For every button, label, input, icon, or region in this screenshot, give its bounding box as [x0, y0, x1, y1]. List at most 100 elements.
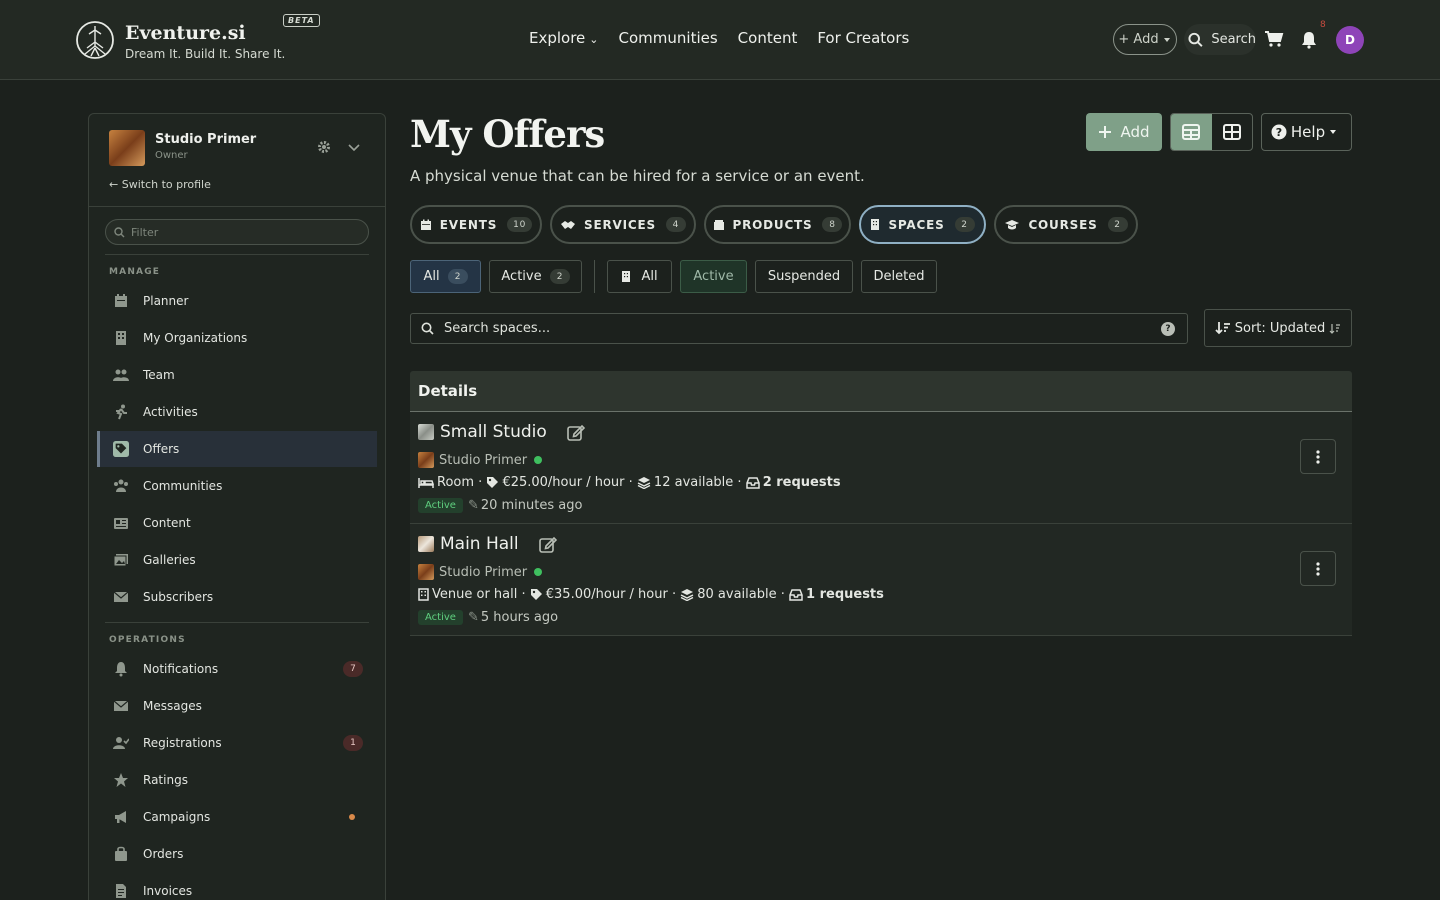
sort-label: Sort: Updated: [1234, 320, 1326, 336]
sidebar-item-messages[interactable]: Messages: [97, 688, 377, 724]
offer-org[interactable]: Studio Primer: [439, 453, 527, 468]
nav-for-creators[interactable]: For Creators: [817, 29, 909, 47]
sidebar-item-communities[interactable]: Communities: [97, 468, 377, 504]
envelope-icon: [113, 589, 129, 605]
sort-direction-icon: [1329, 323, 1341, 334]
building-icon: [418, 588, 429, 601]
tab-courses[interactable]: COURSES 2: [994, 205, 1138, 244]
sidebar-item-ratings[interactable]: Ratings: [97, 762, 377, 798]
tab-services-label: SERVICES: [584, 217, 656, 232]
table-row[interactable]: Small Studio Studio Primer Room · €25.00…: [410, 412, 1352, 524]
sidebar-item-planner[interactable]: Planner: [97, 283, 377, 319]
gear-icon[interactable]: [317, 140, 331, 154]
org-thumbnail: [418, 452, 434, 468]
offer-title[interactable]: Main Hall: [440, 534, 519, 554]
sidebar-item-invoices[interactable]: Invoices: [97, 873, 377, 900]
user-avatar[interactable]: D: [1336, 26, 1364, 54]
org-thumbnail: [418, 564, 434, 580]
pencil-icon: ✎: [467, 610, 479, 625]
status-filter-deleted[interactable]: Deleted: [861, 260, 937, 293]
main-nav: Explore ⌄ Communities Content For Creator…: [529, 29, 909, 47]
edit-icon[interactable]: [538, 536, 557, 553]
sort-button[interactable]: Sort: Updated: [1204, 309, 1352, 347]
sidebar-item-content[interactable]: Content: [97, 505, 377, 541]
header-add-button[interactable]: + Add: [1113, 24, 1177, 55]
offer-requests[interactable]: 1 requests: [806, 587, 884, 602]
tab-events[interactable]: EVENTS 10: [410, 205, 542, 244]
sidebar-item-subscribers[interactable]: Subscribers: [97, 579, 377, 615]
table-row[interactable]: Main Hall Studio Primer Venue or hall · …: [410, 524, 1352, 636]
status-filter-suspended[interactable]: Suspended: [755, 260, 853, 293]
status-filter-all[interactable]: All: [607, 260, 672, 293]
updated-time: 5 hours ago: [480, 610, 559, 625]
pencil-icon: ✎: [467, 498, 479, 513]
add-offer-button[interactable]: Add: [1086, 113, 1162, 151]
filter-active-label: Active: [501, 269, 542, 284]
row-actions-button[interactable]: [1300, 439, 1336, 474]
section-label-manage: MANAGE: [109, 267, 161, 277]
header-search-label: Search: [1211, 32, 1256, 47]
spaces-search-input[interactable]: Search spaces... ?: [410, 313, 1188, 344]
tab-products[interactable]: PRODUCTS 8: [704, 205, 851, 244]
org-avatar: [109, 130, 145, 166]
tab-courses-count: 2: [1107, 217, 1128, 232]
sidebar-filter-input[interactable]: Filter: [105, 219, 369, 245]
calendar-icon: [420, 219, 431, 230]
grid-view-button[interactable]: [1212, 114, 1253, 150]
tab-events-count: 10: [507, 217, 533, 232]
table-header: Details: [410, 371, 1352, 412]
sidebar-item-label: Galleries: [143, 553, 196, 567]
cart-icon[interactable]: [1264, 30, 1284, 48]
header-add-label: + Add: [1118, 32, 1159, 47]
bell-icon[interactable]: [1300, 31, 1318, 49]
sidebar-item-my-organizations[interactable]: My Organizations: [97, 320, 377, 356]
caret-down-icon: [1330, 130, 1337, 134]
images-icon: [113, 552, 129, 568]
switch-to-profile-link[interactable]: ← Switch to profile: [109, 178, 211, 191]
filter-all-label: All: [423, 269, 440, 284]
sidebar-item-label: My Organizations: [143, 331, 248, 345]
brand[interactable]: Eventure.si Dream It. Build It. Share It…: [75, 14, 320, 62]
filter-all[interactable]: All 2: [410, 260, 481, 293]
count-badge: 1: [343, 735, 363, 751]
offer-title[interactable]: Small Studio: [440, 422, 547, 442]
search-help-icon[interactable]: ?: [1161, 322, 1175, 336]
grid-icon: [1222, 124, 1241, 140]
filter-active[interactable]: Active 2: [489, 260, 582, 293]
search-placeholder: Search spaces...: [444, 321, 551, 336]
header-search-button[interactable]: Search: [1184, 24, 1256, 55]
chevron-down-icon[interactable]: [348, 141, 360, 153]
nav-content[interactable]: Content: [738, 29, 798, 47]
sidebar-item-activities[interactable]: Activities: [97, 394, 377, 430]
row-actions-button[interactable]: [1300, 551, 1336, 586]
sidebar-item-label: Registrations: [143, 736, 222, 750]
offer-availability: 80 available: [697, 587, 777, 602]
sidebar-item-galleries[interactable]: Galleries: [97, 542, 377, 578]
offer-requests[interactable]: 2 requests: [763, 475, 841, 490]
sidebar-item-notifications[interactable]: Notifications 7: [97, 651, 377, 687]
sidebar-item-campaigns[interactable]: Campaigns: [97, 799, 377, 835]
brand-tagline: Dream It. Build It. Share It.: [125, 47, 286, 61]
plus-icon: [1099, 126, 1112, 138]
sidebar-item-orders[interactable]: Orders: [97, 836, 377, 872]
offer-org[interactable]: Studio Primer: [439, 565, 527, 580]
building-icon: [871, 219, 880, 230]
sidebar-item-registrations[interactable]: Registrations 1: [97, 725, 377, 761]
tab-services[interactable]: SERVICES 4: [550, 205, 696, 244]
bed-icon: [418, 477, 434, 489]
nav-communities[interactable]: Communities: [619, 29, 718, 47]
sidebar-item-label: Notifications: [143, 662, 219, 676]
filter-placeholder: Filter: [131, 225, 159, 239]
status-dot: [349, 814, 355, 820]
help-button[interactable]: ? Help: [1261, 113, 1352, 151]
view-toggle-group: [1170, 113, 1253, 151]
offer-type: Venue or hall: [432, 587, 518, 602]
table-view-button[interactable]: [1171, 114, 1212, 150]
sidebar-item-offers[interactable]: Offers: [97, 431, 377, 467]
sidebar-item-team[interactable]: Team: [97, 357, 377, 393]
nav-explore[interactable]: Explore ⌄: [529, 29, 599, 47]
star-icon: [113, 772, 129, 788]
status-filter-active[interactable]: Active: [680, 260, 747, 293]
edit-icon[interactable]: [566, 424, 585, 441]
tab-spaces[interactable]: SPACES 2: [859, 205, 986, 244]
